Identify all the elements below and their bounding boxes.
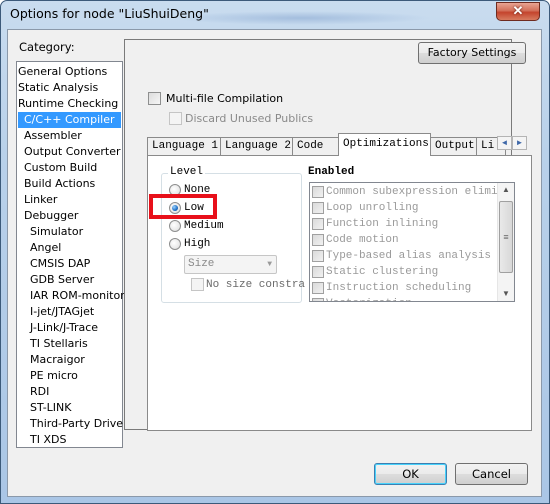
transformation-label: Vectorization xyxy=(326,296,412,301)
transformation-label: Loop unrolling xyxy=(326,202,419,214)
category-item[interactable]: Third-Party Driver xyxy=(30,416,128,432)
tab-output[interactable]: Output xyxy=(430,137,477,155)
level-medium-label: Medium xyxy=(184,220,224,232)
category-item[interactable]: IAR ROM-monitor xyxy=(30,288,125,304)
discard-unused-publics-checkbox[interactable] xyxy=(169,112,182,125)
scroll-thumb[interactable]: ≡ xyxy=(499,201,513,273)
arrow-left-icon: ◄ xyxy=(500,138,509,147)
transformation-checkbox[interactable] xyxy=(312,234,324,246)
category-item[interactable]: Build Actions xyxy=(24,176,95,192)
level-medium-radio[interactable] xyxy=(169,220,181,232)
ok-button[interactable]: OK xyxy=(374,463,447,485)
category-item[interactable]: Runtime Checking xyxy=(18,96,118,112)
category-item[interactable]: Linker xyxy=(24,192,57,208)
multi-file-compilation-label: Multi-file Compilation xyxy=(166,92,284,105)
transformation-checkbox[interactable] xyxy=(312,202,324,214)
category-item[interactable]: J-Link/J-Trace xyxy=(30,320,98,336)
transformation-label: Code motion xyxy=(326,234,399,246)
scroll-up-icon[interactable]: ▲ xyxy=(498,183,514,197)
category-item[interactable]: RDI xyxy=(30,384,49,400)
category-item[interactable]: I-jet/JTAGjet xyxy=(30,304,94,320)
titlebar-glow xyxy=(171,11,431,25)
category-item[interactable]: Macraigor xyxy=(30,352,85,368)
level-high-radio[interactable] xyxy=(169,238,181,250)
grip-icon: ≡ xyxy=(503,232,509,242)
transformation-checkbox[interactable] xyxy=(312,298,324,301)
tab-optimizations[interactable]: Optimizations xyxy=(338,133,431,156)
discard-unused-publics-label: Discard Unused Publics xyxy=(185,112,314,125)
category-item[interactable]: TI Stellaris xyxy=(30,336,88,352)
category-item[interactable]: GDB Server xyxy=(30,272,94,288)
transformation-checkbox[interactable] xyxy=(312,186,324,198)
category-item[interactable]: Angel xyxy=(30,240,61,256)
category-item[interactable]: TI XDS xyxy=(30,432,66,448)
close-button[interactable]: ✕ xyxy=(496,2,540,21)
category-item[interactable]: PE micro xyxy=(30,368,78,384)
category-item[interactable]: Custom Build xyxy=(24,160,97,176)
category-item[interactable]: CMSIS DAP xyxy=(30,256,90,272)
transformation-checkbox[interactable] xyxy=(312,218,324,230)
level-group-title: Level xyxy=(168,166,206,178)
strategy-select-value: Size xyxy=(188,258,215,270)
transformation-checkbox[interactable] xyxy=(312,250,324,262)
transformation-label: Static clustering xyxy=(326,266,439,278)
category-item[interactable]: Assembler xyxy=(24,128,82,144)
category-item[interactable]: Static Analysis xyxy=(18,80,98,96)
tab-scroll-left-button[interactable]: ◄ xyxy=(497,136,512,150)
optimization-strategy-select[interactable]: Size ▼ xyxy=(184,255,277,274)
transformation-label: Type-based alias analysis xyxy=(326,250,492,262)
transformation-checkbox[interactable] xyxy=(312,282,324,294)
low-level-highlight-annotation xyxy=(149,194,217,219)
category-item[interactable]: General Options xyxy=(18,64,107,80)
transformation-label: Function inlining xyxy=(326,218,439,230)
category-label: Category: xyxy=(19,40,75,54)
no-size-constraints-label: No size constra xyxy=(206,279,306,291)
category-item[interactable]: Output Converter xyxy=(24,144,121,160)
transformation-label: Common subexpression elimina xyxy=(326,186,511,198)
category-item[interactable]: Simulator xyxy=(30,224,83,240)
chevron-down-icon: ▼ xyxy=(267,260,272,269)
enabled-transformations-list[interactable]: Common subexpression elimina Loop unrolli… xyxy=(309,182,515,302)
arrow-right-icon: ► xyxy=(515,138,524,147)
tab-language-1[interactable]: Language 1 xyxy=(147,137,221,155)
scroll-down-icon[interactable]: ▼ xyxy=(498,287,514,301)
tab-language-2[interactable]: Language 2 xyxy=(220,137,293,155)
category-item[interactable]: ST-LINK xyxy=(30,400,71,416)
category-item[interactable]: Debugger xyxy=(24,208,78,224)
tab-code[interactable]: Code xyxy=(292,137,339,155)
transformation-label: Instruction scheduling xyxy=(326,282,472,294)
multi-file-compilation-checkbox[interactable] xyxy=(148,92,161,105)
category-item[interactable]: C/C++ Compiler xyxy=(18,112,121,128)
enabled-title: Enabled xyxy=(308,166,355,178)
category-list[interactable]: General Options Static Analysis Runtime Ch… xyxy=(16,61,128,448)
factory-settings-button[interactable]: Factory Settings xyxy=(418,42,526,64)
close-icon: ✕ xyxy=(512,3,524,18)
window-title: Options for node "LiuShuiDeng" xyxy=(10,6,209,21)
transformation-checkbox[interactable] xyxy=(312,266,324,278)
tab-scroll-right-button[interactable]: ► xyxy=(512,136,527,150)
level-high-label: High xyxy=(184,238,211,250)
enabled-list-scrollbar[interactable]: ▲ ≡ ▼ xyxy=(497,183,514,301)
no-size-constraints-checkbox[interactable] xyxy=(191,278,204,291)
cancel-button[interactable]: Cancel xyxy=(455,463,528,485)
